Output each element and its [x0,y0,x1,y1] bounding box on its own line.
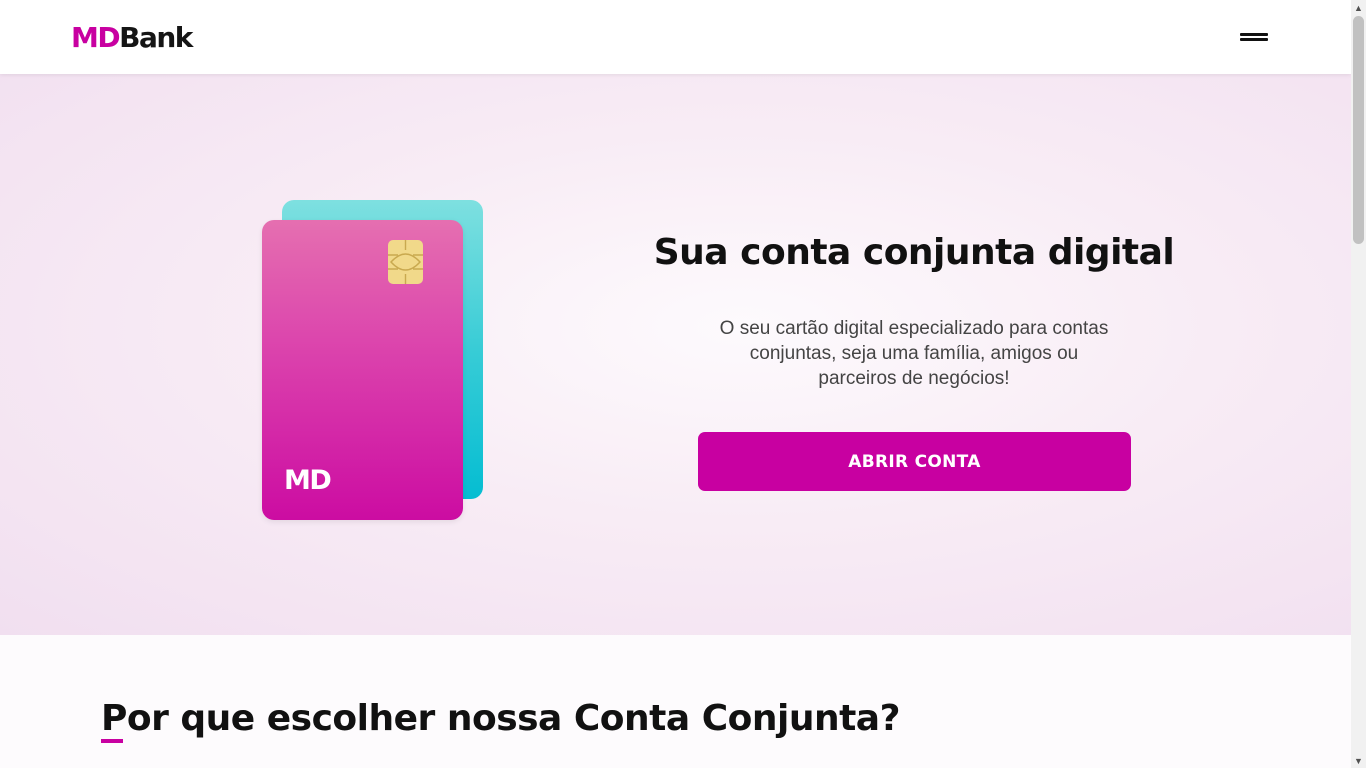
section-title: Por que escolher nossa Conta Conjunta? [101,698,900,739]
card-chip-icon [388,240,423,284]
logo-bank-text: Bank [119,20,193,54]
site-header: MD Bank [0,0,1351,74]
scroll-up-arrow-icon[interactable]: ▲ [1351,0,1366,15]
hero-description: O seu cartão digital especializado para … [719,318,1109,389]
scroll-down-arrow-icon[interactable]: ▼ [1351,753,1366,768]
title-accent-underline [101,739,123,743]
card-front-illustration: MD [262,220,463,520]
mdbank-logo[interactable]: MD Bank [71,20,193,54]
vertical-scrollbar[interactable]: ▲ ▼ [1351,0,1366,768]
scrollbar-thumb[interactable] [1353,16,1364,244]
logo-md-text: MD [71,20,121,54]
hero-section: MD Sua conta conjunta digital O seu cart… [0,74,1351,635]
hero-title: Sua conta conjunta digital [653,232,1175,273]
hamburger-menu-icon[interactable] [1238,28,1270,46]
menu-bar-top [1240,33,1268,36]
menu-bar-bottom [1240,38,1268,41]
open-account-button[interactable]: ABRIR CONTA [698,432,1131,491]
page: MD Bank MD Sua conta conjunta digital O s… [0,0,1351,768]
card-md-logo: MD [284,465,332,496]
